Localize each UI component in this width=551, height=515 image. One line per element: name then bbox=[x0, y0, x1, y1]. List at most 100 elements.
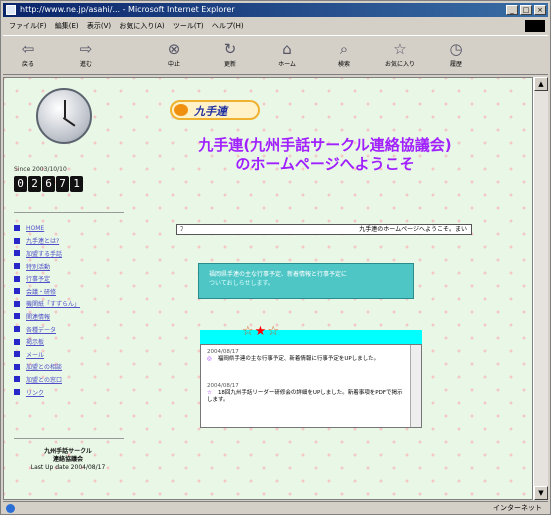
bullet-square-icon bbox=[14, 225, 20, 232]
menu-tools[interactable]: ツール(T) bbox=[173, 19, 204, 33]
notice-line-2: ついておしらせします。 bbox=[209, 280, 274, 287]
refresh-icon: ↻ bbox=[223, 40, 237, 58]
menu-edit[interactable]: 編集(E) bbox=[55, 19, 79, 33]
stop-button[interactable]: ⊗ 中止 bbox=[153, 39, 195, 71]
last-update: Last Up date 2004/08/17 bbox=[30, 464, 106, 471]
news-list[interactable]: 2004/08/17 ◎ 福岡県手連の主な行事予定、新着情報に行事予定をUPしまし… bbox=[200, 344, 422, 428]
nav-label: 加盟する手話 bbox=[26, 250, 63, 258]
nav-item-links[interactable]: リンク bbox=[14, 386, 124, 399]
news-stars: ☆★☆ bbox=[242, 324, 280, 339]
forward-button[interactable]: ⇨ 進む bbox=[65, 39, 107, 71]
title-bar: http://www.ne.jp/asahi/... - Microsoft I… bbox=[3, 3, 548, 17]
minimize-button[interactable]: _ bbox=[506, 5, 518, 15]
nav-label: リンク bbox=[26, 389, 45, 397]
refresh-label: 更新 bbox=[223, 61, 236, 68]
notice-box: 福岡県手連の主な行事予定、新着情報と行事予定に ついておしらせします。 bbox=[198, 263, 414, 299]
close-button[interactable]: × bbox=[534, 5, 546, 15]
forward-arrow-icon: ⇨ bbox=[79, 40, 93, 58]
nav-label: 関連情報 bbox=[26, 313, 51, 321]
nav-item-members[interactable]: 加盟する手話 bbox=[14, 247, 124, 260]
counter-digit: 1 bbox=[70, 176, 83, 192]
nav-item-contact[interactable]: 加盟との窓口 bbox=[14, 373, 124, 386]
news-text: 18回九州手話リーダー研修会の詳細をUPしました。新着事項をPDFで掲示します。 bbox=[207, 390, 403, 403]
nav-label: 会議・研修 bbox=[26, 288, 57, 296]
counter-digit: 6 bbox=[42, 176, 55, 192]
bullet-square-icon bbox=[14, 313, 20, 320]
nav-label: 九手連とは? bbox=[26, 238, 60, 246]
bullet-square-icon bbox=[14, 389, 20, 396]
sidebar: Since 2003/10/10 0 2 6 7 1 HOME 九手連とは? 加… bbox=[8, 86, 126, 496]
history-icon: ◷ bbox=[449, 40, 463, 58]
nav-item-meetings[interactable]: 会議・研修 bbox=[14, 285, 124, 298]
menu-help[interactable]: ヘルプ(H) bbox=[212, 19, 244, 33]
status-bar: インターネット bbox=[3, 501, 548, 515]
nav-label: 機関紙「すずらん」 bbox=[26, 301, 81, 309]
nav-item-board[interactable]: 掲示板 bbox=[14, 335, 124, 348]
counter-digit: 7 bbox=[56, 176, 69, 192]
counter-digit: 0 bbox=[14, 176, 27, 192]
page-content: Since 2003/10/10 0 2 6 7 1 HOME 九手連とは? 加… bbox=[3, 77, 533, 500]
bullet-square-icon bbox=[14, 237, 20, 244]
news-item: 2004/08/17 ◎ 福岡県手連の主な行事予定、新着情報に行事予定をUPしまし… bbox=[207, 349, 403, 363]
back-button[interactable]: ⇦ 戻る bbox=[7, 39, 49, 71]
news-text-row: ☆ 18回九州手話リーダー研修会の詳細をUPしました。新着事項をPDFで掲示します… bbox=[207, 390, 403, 404]
nav-item-schedule[interactable]: 行事予定 bbox=[14, 272, 124, 285]
nav-item-consult[interactable]: 加盟との相談 bbox=[14, 361, 124, 374]
menu-favorites[interactable]: お気に入り(A) bbox=[119, 19, 164, 33]
home-button[interactable]: ⌂ ホーム bbox=[266, 39, 308, 71]
welcome-heading: 九手連(九州手話サークル連絡協議会) のホームページへようこそ bbox=[160, 136, 490, 174]
news-text: 福岡県手連の主な行事予定、新着情報に行事予定をUPしました。 bbox=[217, 356, 380, 362]
nav-item-data[interactable]: 各種データ bbox=[14, 323, 124, 336]
page-scrollbar[interactable]: ▲ ▼ bbox=[533, 77, 548, 500]
history-label: 履歴 bbox=[449, 61, 462, 68]
counter-since-label: Since 2003/10/10 bbox=[14, 166, 67, 173]
welcome-line-2: のホームページへようこそ bbox=[235, 155, 415, 173]
menu-file[interactable]: ファイル(F) bbox=[9, 19, 47, 33]
ie-page-icon bbox=[6, 5, 16, 15]
refresh-button[interactable]: ↻ 更新 bbox=[209, 39, 251, 71]
sidebar-divider bbox=[14, 438, 124, 439]
stop-label: 中止 bbox=[167, 61, 180, 68]
scroll-up-icon[interactable]: ▲ bbox=[534, 77, 548, 91]
nav-item-mail[interactable]: メール bbox=[14, 348, 124, 361]
nav-item-about[interactable]: 九手連とは? bbox=[14, 235, 124, 248]
maximize-button[interactable]: □ bbox=[520, 5, 532, 15]
nav-item-home[interactable]: HOME bbox=[14, 222, 124, 235]
bullet-square-icon bbox=[14, 326, 20, 333]
search-button[interactable]: ⌕ 検索 bbox=[323, 39, 365, 71]
notice-line-1: 福岡県手連の主な行事予定、新着情報と行事予定に bbox=[209, 271, 348, 278]
nav-item-bulletin[interactable]: 機関紙「すずらん」 bbox=[14, 298, 124, 311]
scroll-down-icon[interactable]: ▼ bbox=[534, 486, 548, 500]
marquee-right-text: 九手連のホームページへようこそ。まい bbox=[359, 226, 467, 233]
menu-bar: ファイル(F) 編集(E) 表示(V) お気に入り(A) ツール(T) ヘルプ(… bbox=[3, 19, 548, 33]
nav-item-activities[interactable]: 特別活動 bbox=[14, 260, 124, 273]
page-status-icon bbox=[6, 504, 15, 513]
marquee-left-text: ﾌ bbox=[180, 226, 184, 233]
nav-label: 掲示板 bbox=[26, 339, 45, 347]
sidebar-nav: HOME 九手連とは? 加盟する手話 特別活動 行事予定 会議・研修 機関紙「す… bbox=[14, 222, 124, 398]
favorites-button[interactable]: ☆ お気に入り bbox=[379, 39, 421, 71]
nav-label: HOME bbox=[26, 224, 45, 232]
windows-logo-icon bbox=[525, 20, 545, 32]
home-label: ホーム bbox=[278, 61, 296, 68]
star-outline-icon: ☆ bbox=[267, 324, 280, 339]
back-label: 戻る bbox=[21, 61, 34, 68]
org-name-line1: 九州手話サークル bbox=[44, 448, 92, 455]
history-button[interactable]: ◷ 履歴 bbox=[435, 39, 477, 71]
site-logo: 九手連 bbox=[170, 100, 260, 120]
news-text-row: ◎ 福岡県手連の主な行事予定、新着情報に行事予定をUPしました。 bbox=[207, 356, 403, 363]
nav-label: メール bbox=[26, 351, 45, 359]
window-controls: _ □ × bbox=[506, 5, 546, 15]
security-zone: インターネット bbox=[493, 504, 542, 512]
news-scrollbar[interactable] bbox=[410, 345, 421, 427]
nav-label: 行事予定 bbox=[26, 276, 51, 284]
bullet-square-icon bbox=[14, 250, 20, 257]
sidebar-divider bbox=[14, 212, 124, 213]
menu-view[interactable]: 表示(V) bbox=[87, 19, 111, 33]
nav-item-related[interactable]: 関連情報 bbox=[14, 310, 124, 323]
nav-label: 各種データ bbox=[26, 326, 57, 334]
logo-text: 九手連 bbox=[194, 105, 227, 118]
sidebar-footer: 九州手話サークル 連絡協議会 Last Up date 2004/08/17 bbox=[12, 448, 124, 472]
org-name-line2: 連絡協議会 bbox=[52, 456, 83, 463]
counter-digit: 2 bbox=[28, 176, 41, 192]
